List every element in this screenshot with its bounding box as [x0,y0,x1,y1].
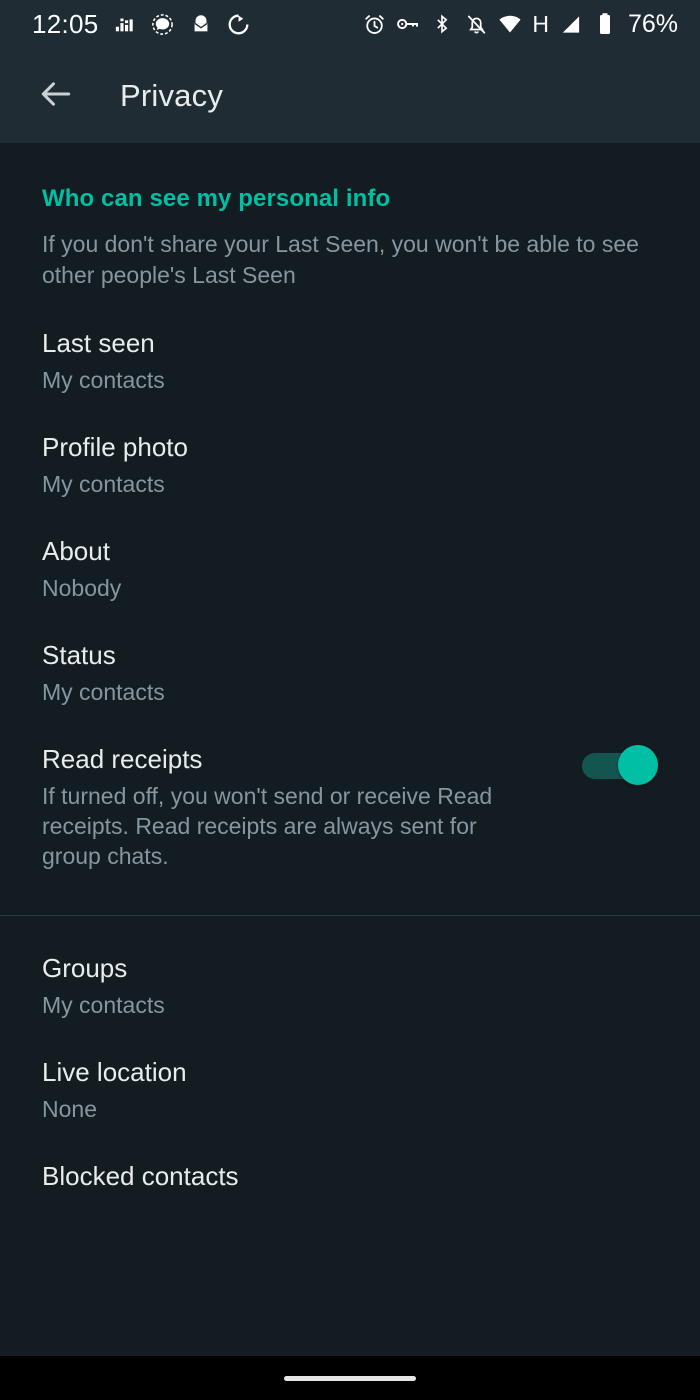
sync-icon [227,12,251,36]
section-other-privacy: Groups My contacts Live location None Bl… [0,916,700,1192]
setting-title: Last seen [42,328,155,358]
status-bar-right: H 76% [362,9,678,38]
signal-messenger-icon [151,12,175,36]
system-navigation-bar [0,1356,700,1400]
setting-row-profile-photo[interactable]: Profile photo My contacts [0,395,700,499]
privacy-settings-screen: 12:05 H 76% Privacy Who can see my perso… [0,0,700,1400]
battery-percent-label: 76% [627,9,678,38]
status-bar: 12:05 H 76% [0,0,700,48]
setting-value: Nobody [42,575,122,601]
setting-row-status[interactable]: Status My contacts [0,603,700,707]
setting-row-last-seen[interactable]: Last seen My contacts [0,291,700,395]
setting-row-live-location[interactable]: Live location None [0,1020,700,1124]
section-personal-info: Who can see my personal info If you don'… [0,143,700,871]
toggle-thumb [618,745,658,785]
mail-icon [189,12,213,36]
vpn-key-icon [396,12,420,36]
setting-title: Groups [42,953,128,983]
setting-row-blocked-contacts[interactable]: Blocked contacts [0,1124,700,1192]
setting-title: Blocked contacts [42,1161,239,1191]
setting-title: Profile photo [42,432,188,462]
alarm-icon [362,12,386,36]
page-title: Privacy [120,77,224,113]
setting-row-read-receipts[interactable]: Read receipts If turned off, you won't s… [0,707,700,871]
setting-description: If turned off, you won't send or receive… [42,783,493,869]
cellular-signal-icon [559,12,583,36]
settings-list[interactable]: Who can see my personal info If you don'… [0,143,700,1356]
battery-icon [593,12,617,36]
status-time: 12:05 [32,9,99,39]
read-receipts-toggle[interactable] [582,745,658,785]
setting-value: My contacts [42,992,165,1018]
network-type-label: H [532,10,549,37]
notifications-off-icon [464,12,488,36]
setting-row-groups[interactable]: Groups My contacts [0,916,700,1020]
section-description-personal-info: If you don't share your Last Seen, you w… [42,231,639,288]
wifi-icon [498,12,522,36]
bluetooth-icon [430,12,454,36]
setting-title: About [42,536,110,566]
app-toolbar: Privacy [0,48,700,143]
gesture-pill[interactable] [284,1375,416,1381]
back-button[interactable] [30,70,82,122]
status-bar-left: 12:05 [32,11,251,37]
setting-value: My contacts [42,367,165,393]
equalizer-icon [113,12,137,36]
setting-value: None [42,1096,97,1122]
setting-value: My contacts [42,471,165,497]
setting-row-about[interactable]: About Nobody [0,499,700,603]
section-header-personal-info: Who can see my personal info [42,185,391,212]
setting-value: My contacts [42,679,165,705]
setting-title: Live location [42,1057,187,1087]
setting-title: Status [42,640,116,670]
setting-title: Read receipts [42,744,203,774]
arrow-left-icon [37,75,75,116]
